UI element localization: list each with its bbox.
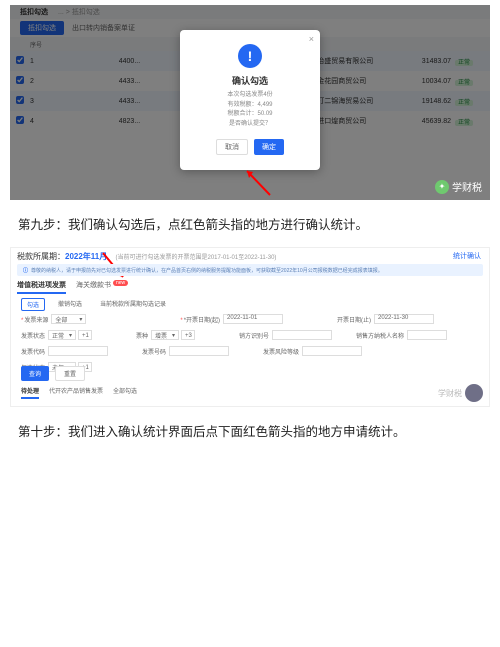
- watermark: 学财税: [438, 384, 483, 402]
- info-alert: ⓘ 尊敬的纳税人，请于申报前先对已勾选发票进行统计确认，在产品首页右侧的纳税服务…: [17, 264, 483, 276]
- invoice-code-input[interactable]: [48, 346, 108, 356]
- confirm-dialog: × ! 确认勾选 本次勾选发票4份 有效税额：4,499 税额合计：50.09 …: [180, 30, 320, 170]
- invoice-no-input[interactable]: [169, 346, 229, 356]
- tab-all[interactable]: 全部勾选: [113, 386, 137, 399]
- reset-button[interactable]: 重置: [55, 366, 85, 381]
- tax-period: 税款所属期：2022年11月 (当前可进行勾选发票的开票范围是2017-01-0…: [17, 251, 276, 262]
- dialog-title: 确认勾选: [180, 74, 320, 87]
- main-tabs: 增值税进项发票 海关缴款书new: [17, 280, 128, 294]
- stat-confirm-link[interactable]: 统计确认: [453, 251, 481, 261]
- avatar-icon: [465, 384, 483, 402]
- caption-step9: 第九步：我们确认勾选后，点红色箭头指的地方进行确认统计。: [18, 215, 482, 235]
- seller-name-input[interactable]: [407, 330, 447, 340]
- info-icon: !: [238, 44, 262, 68]
- date-from-input[interactable]: 2022-11-01: [223, 314, 283, 324]
- subtab-records[interactable]: 当前税款所属期勾选记录: [95, 298, 171, 311]
- ticket-type-select[interactable]: 增票▾: [151, 330, 179, 340]
- subtab-select[interactable]: 勾选: [21, 298, 45, 311]
- wechat-icon: ✦: [435, 180, 449, 194]
- subtab-unselect[interactable]: 撤销勾选: [53, 298, 87, 311]
- caption-step10: 第十步：我们进入确认统计界面后点下面红色箭头指的地方申请统计。: [18, 422, 482, 442]
- screenshot-step9: 抵扣勾选 ... > 抵扣勾选 抵扣勾选 出口转内销备案单证 序号 1 4400…: [10, 5, 490, 200]
- close-icon[interactable]: ×: [309, 34, 314, 44]
- invoice-status-select[interactable]: 正常▾: [48, 330, 76, 340]
- dialog-body: 本次勾选发票4份 有效税额：4,499 税额合计：50.09 是否确认提交？: [180, 91, 320, 129]
- watermark: ✦ 学财税: [435, 179, 482, 194]
- filter-form: *发票来源全部▾ **开票日期(起)2022-11-01 开票日期(止)2022…: [21, 314, 479, 378]
- tab-agri[interactable]: 代开农产品销售发票: [49, 386, 103, 399]
- tab-customs[interactable]: 海关缴款书new: [76, 280, 128, 294]
- risk-level-input[interactable]: [302, 346, 362, 356]
- form-actions: 查询 重置: [21, 366, 85, 381]
- invoice-source-select[interactable]: 全部▾: [51, 314, 86, 324]
- info-icon: ⓘ: [23, 267, 28, 274]
- bottom-tabs: 待处理 代开农产品销售发票 全部勾选: [21, 386, 137, 399]
- date-to-input[interactable]: 2022-11-30: [374, 314, 434, 324]
- sub-tabs: 勾选 撤销勾选 当前税款所属期勾选记录: [21, 298, 171, 311]
- seller-id-input[interactable]: [272, 330, 332, 340]
- cancel-button[interactable]: 取消: [216, 139, 248, 155]
- tab-pending[interactable]: 待处理: [21, 386, 39, 399]
- tab-vat-invoice[interactable]: 增值税进项发票: [17, 280, 66, 294]
- screenshot-step10: 税款所属期：2022年11月 (当前可进行勾选发票的开票范围是2017-01-0…: [10, 247, 490, 407]
- search-button[interactable]: 查询: [21, 366, 49, 381]
- dialog-actions: 取消 确定: [180, 139, 320, 155]
- ok-button[interactable]: 确定: [254, 139, 284, 155]
